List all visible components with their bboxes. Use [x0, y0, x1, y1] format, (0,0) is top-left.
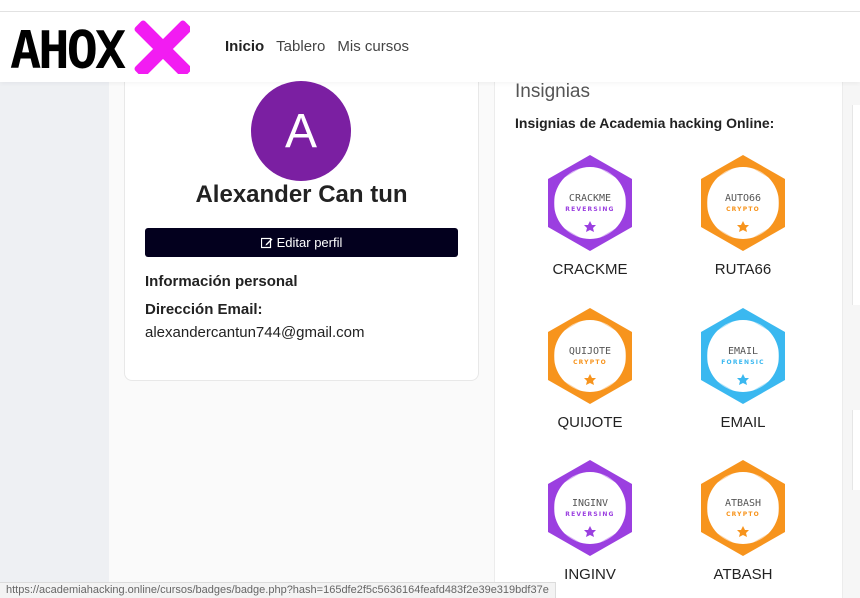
brand-x-icon	[134, 20, 192, 78]
nav-inicio[interactable]: Inicio	[225, 38, 264, 55]
badge-category-text: REVERSING	[565, 511, 614, 518]
badge-inginv[interactable]: INGINV REVERSING INGINV	[520, 458, 660, 583]
avatar: A	[251, 81, 351, 181]
badges-subheading: Insignias de Academia hacking Online:	[515, 115, 775, 131]
browser-top-line	[0, 0, 860, 12]
status-bar-url: https://academiahacking.online/cursos/ba…	[0, 582, 556, 598]
brand-logo[interactable]: AHOX	[10, 20, 192, 81]
badge-name: EMAIL	[720, 414, 766, 431]
badge-name: INGINV	[564, 566, 616, 583]
right-panel-edge-lower	[852, 410, 860, 490]
badge-logo-text: INGINV	[572, 498, 608, 509]
badge-logo-text: EMAIL	[728, 346, 758, 357]
nav-mis-cursos[interactable]: Mis cursos	[337, 38, 409, 55]
badge-hexagon-icon: CRACKME REVERSING	[548, 155, 632, 251]
badge-quijote[interactable]: QUIJOTE CRYPTO QUIJOTE	[520, 306, 660, 431]
badge-name: ATBASH	[713, 566, 773, 583]
badge-name: RUTA66	[714, 261, 772, 278]
nav-tablero[interactable]: Tablero	[276, 38, 325, 55]
badge-name: CRACKME	[552, 261, 628, 278]
badge-logo-text: QUIJOTE	[569, 346, 611, 357]
badge-hexagon-icon: INGINV REVERSING	[548, 460, 632, 556]
badge-name: QUIJOTE	[557, 414, 623, 431]
badge-category-text: CRYPTO	[573, 359, 607, 366]
nav-links: Inicio Tablero Mis cursos	[225, 38, 421, 55]
badge-atbash[interactable]: ATBASH CRYPTO ATBASH	[673, 458, 813, 583]
personal-info-title: Información personal	[145, 273, 298, 290]
badge-category-text: REVERSING	[565, 206, 614, 213]
edit-icon	[260, 237, 273, 248]
badge-hexagon-icon: QUIJOTE CRYPTO	[548, 308, 632, 404]
badge-hexagon-icon: EMAIL FORENSIC	[701, 308, 785, 404]
badge-ruta66[interactable]: AUTO66 CRYPTO RUTA66	[673, 153, 813, 278]
badge-category-text: CRYPTO	[726, 206, 760, 213]
badge-email[interactable]: EMAIL FORENSIC EMAIL	[673, 306, 813, 431]
left-gutter	[0, 82, 109, 598]
right-panel-edge	[852, 105, 860, 305]
badge-logo-text: CRACKME	[569, 193, 611, 204]
email-label: Dirección Email:	[145, 301, 263, 318]
badge-hexagon-icon: AUTO66 CRYPTO	[701, 155, 785, 251]
badge-hexagon-icon: ATBASH CRYPTO	[701, 460, 785, 556]
badge-category-text: FORENSIC	[721, 359, 765, 366]
badge-logo-text: ATBASH	[725, 498, 761, 509]
badge-category-text: CRYPTO	[726, 511, 760, 518]
navbar: AHOX Inicio Tablero Mis cursos	[0, 12, 860, 82]
profile-name: Alexander Can tun	[195, 181, 408, 208]
email-value: alexandercantun744@gmail.com	[145, 324, 365, 341]
badge-crackme[interactable]: CRACKME REVERSING CRACKME	[520, 153, 660, 278]
badges-heading: Insignias	[515, 81, 590, 102]
edit-profile-label: Editar perfil	[276, 235, 343, 250]
badge-logo-text: AUTO66	[725, 193, 761, 204]
edit-profile-button[interactable]: Editar perfil	[145, 228, 458, 257]
brand-text: AHOX	[10, 21, 126, 74]
